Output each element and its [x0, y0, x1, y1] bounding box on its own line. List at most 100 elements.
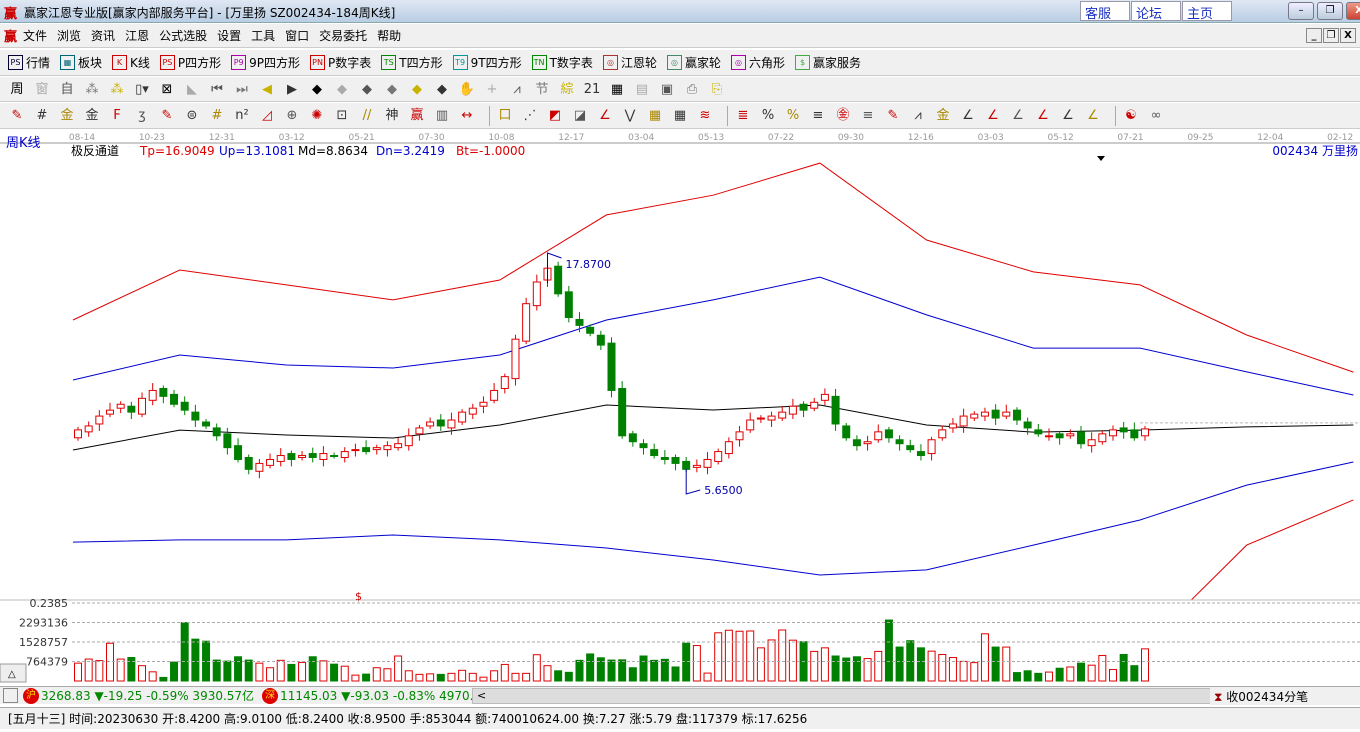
homepage-link[interactable]: 主页	[1182, 1, 1232, 22]
toolbar-tool-icon[interactable]: ∠	[596, 107, 614, 124]
toolbar-tool-icon[interactable]: ◿	[258, 107, 276, 124]
calendar-icon[interactable]	[3, 688, 18, 703]
toolbar-tool-icon[interactable]: ⊠	[158, 81, 176, 98]
toolbar-tool-icon[interactable]: ⎙	[683, 81, 701, 98]
toolbar-tool-icon[interactable]: ▤	[633, 81, 651, 98]
menu-item[interactable]: 设置	[217, 27, 241, 44]
menu-item[interactable]: 帮助	[377, 27, 401, 44]
toolbar-tool-icon[interactable]: 綜	[558, 81, 576, 98]
toolbar-tool-icon[interactable]: 金	[58, 107, 76, 124]
toolbar-tool-icon[interactable]: ⋁	[621, 107, 639, 124]
toolbar-button[interactable]: PS 行情	[8, 54, 50, 71]
toolbar-tool-icon[interactable]: ↔	[458, 107, 476, 124]
kline-chart[interactable]: 08-14 10-23 12-31 03-12 05-21 07-30 10-08 12-17…	[0, 130, 1360, 685]
toolbar-tool-icon[interactable]: ≡	[809, 107, 827, 124]
toolbar-tool-icon[interactable]: ⁂	[83, 81, 101, 98]
toolbar-tool-icon[interactable]: ∞	[1147, 107, 1165, 124]
toolbar-tool-icon[interactable]: 窗	[33, 81, 51, 98]
toolbar-button[interactable]: ◎ 江恩轮	[602, 54, 657, 71]
toolbar-tool-icon[interactable]: #	[33, 107, 51, 124]
toolbar-button[interactable]: TS T四方形	[381, 54, 443, 71]
toolbar-tool-icon[interactable]: ◆	[408, 81, 426, 98]
mdi-close-button[interactable]: X	[1340, 28, 1356, 43]
toolbar-tool-icon[interactable]: 口	[496, 107, 514, 124]
toolbar-tool-icon[interactable]: ∠	[1009, 107, 1027, 124]
menu-item[interactable]: 浏览	[57, 27, 81, 44]
toolbar-tool-icon[interactable]: ⋰	[521, 107, 539, 124]
scroll-left-button[interactable]: <	[477, 689, 486, 702]
toolbar-tool-icon[interactable]: ⎘	[708, 81, 726, 98]
toolbar-tool-icon[interactable]: ⊡	[333, 107, 351, 124]
menu-item[interactable]: 窗口	[285, 27, 309, 44]
toolbar-button[interactable]: ◎ 六角形	[730, 54, 785, 71]
restore-button[interactable]: ❐	[1317, 2, 1343, 20]
menu-item[interactable]: 文件	[23, 27, 47, 44]
toolbar-tool-icon[interactable]: ▣	[658, 81, 676, 98]
toolbar-tool-icon[interactable]: ⏮	[208, 81, 226, 98]
toolbar-tool-icon[interactable]: F	[108, 107, 126, 124]
toolbar-tool-icon[interactable]: %	[759, 107, 777, 124]
toolbar-tool-icon[interactable]: %	[784, 107, 802, 124]
toolbar-tool-icon[interactable]: 神	[383, 107, 401, 124]
toolbar-tool-icon[interactable]: ∠	[959, 107, 977, 124]
toolbar-tool-icon[interactable]: ʒ	[133, 107, 151, 124]
toolbar-button[interactable]: PS P四方形	[159, 54, 221, 71]
toolbar-tool-icon[interactable]: 自	[58, 81, 76, 98]
toolbar-tool-icon[interactable]: #	[208, 107, 226, 124]
toolbar-tool-icon[interactable]: n²	[233, 107, 251, 124]
toolbar-tool-icon[interactable]: ✋	[458, 81, 476, 98]
toolbar-tool-icon[interactable]: 赢	[408, 107, 426, 124]
toolbar-tool-icon[interactable]: ▦	[608, 81, 626, 98]
toolbar-tool-icon[interactable]: ☯	[1122, 107, 1140, 124]
toolbar-tool-icon[interactable]: ◩	[546, 107, 564, 124]
mdi-minimize-button[interactable]: _	[1306, 28, 1322, 43]
toolbar-tool-icon[interactable]: 金	[83, 107, 101, 124]
toolbar-tool-icon[interactable]: ▦	[671, 107, 689, 124]
toolbar-tool-icon[interactable]: ∠	[1034, 107, 1052, 124]
toolbar-tool-icon[interactable]: ◆	[358, 81, 376, 98]
menu-item[interactable]: 江恩	[125, 27, 149, 44]
toolbar-tool-icon[interactable]: ✎	[884, 107, 902, 124]
toolbar-tool-icon[interactable]: ∠	[1059, 107, 1077, 124]
toolbar-tool-icon[interactable]: 节	[533, 81, 551, 98]
menu-item[interactable]: 公式选股	[159, 27, 207, 44]
toolbar-tool-icon[interactable]: +	[483, 81, 501, 98]
toolbar-tool-icon[interactable]: 周▾	[8, 81, 26, 114]
toolbar-tool-icon[interactable]: ◆	[333, 81, 351, 98]
toolbar-tool-icon[interactable]: ≡	[859, 107, 877, 124]
toolbar-button[interactable]: ◎ 赢家轮	[666, 54, 721, 71]
toolbar-tool-icon[interactable]: ✎	[158, 107, 176, 124]
toolbar-tool-icon[interactable]: ◆	[433, 81, 451, 98]
close-button[interactable]: X	[1346, 2, 1360, 20]
toolbar-tool-icon[interactable]: ◆	[308, 81, 326, 98]
toolbar-tool-icon[interactable]: //	[358, 107, 376, 124]
toolbar-button[interactable]: PN P数字表	[310, 54, 371, 71]
toolbar-tool-icon[interactable]: ✺	[308, 107, 326, 124]
toolbar-tool-icon[interactable]: ∠	[984, 107, 1002, 124]
toolbar-tool-icon[interactable]: ✎	[8, 107, 26, 124]
toolbar-button[interactable]: P9 9P四方形	[231, 54, 300, 71]
toolbar-tool-icon[interactable]: ◆	[383, 81, 401, 98]
toolbar-button[interactable]: $ 赢家服务	[794, 54, 861, 71]
toolbar-tool-icon[interactable]: ≋	[696, 107, 714, 124]
toolbar-tool-icon[interactable]: ◣	[183, 81, 201, 98]
toolbar-tool-icon[interactable]: ⏭	[233, 81, 251, 98]
toolbar-tool-icon[interactable]: ≣	[734, 107, 752, 124]
toolbar-tool-icon[interactable]: ▶	[283, 81, 301, 98]
toolbar-tool-icon[interactable]: ⁂	[108, 81, 126, 98]
toolbar-button[interactable]: TN T数字表	[531, 54, 593, 71]
toolbar-tool-icon[interactable]: ◀	[258, 81, 276, 98]
toolbar-tool-icon[interactable]: ⊕	[283, 107, 301, 124]
toolbar-tool-icon[interactable]: ⊜	[183, 107, 201, 124]
toolbar-tool-icon[interactable]: ⩘	[909, 107, 927, 124]
customer-service-link[interactable]: 客服	[1080, 1, 1130, 22]
toolbar-tool-icon[interactable]: ▥	[433, 107, 451, 124]
toolbar-tool-icon[interactable]: ⩘	[508, 81, 526, 98]
menu-item[interactable]: 工具	[251, 27, 275, 44]
toolbar-tool-icon[interactable]: 金	[934, 107, 952, 124]
menu-item[interactable]: 交易委托	[319, 27, 367, 44]
toolbar-tool-icon[interactable]: ▯▾	[133, 81, 151, 98]
toolbar-tool-icon[interactable]: ◪	[571, 107, 589, 124]
menu-item[interactable]: 资讯	[91, 27, 115, 44]
toolbar-button[interactable]: T9 9T四方形	[452, 54, 522, 71]
